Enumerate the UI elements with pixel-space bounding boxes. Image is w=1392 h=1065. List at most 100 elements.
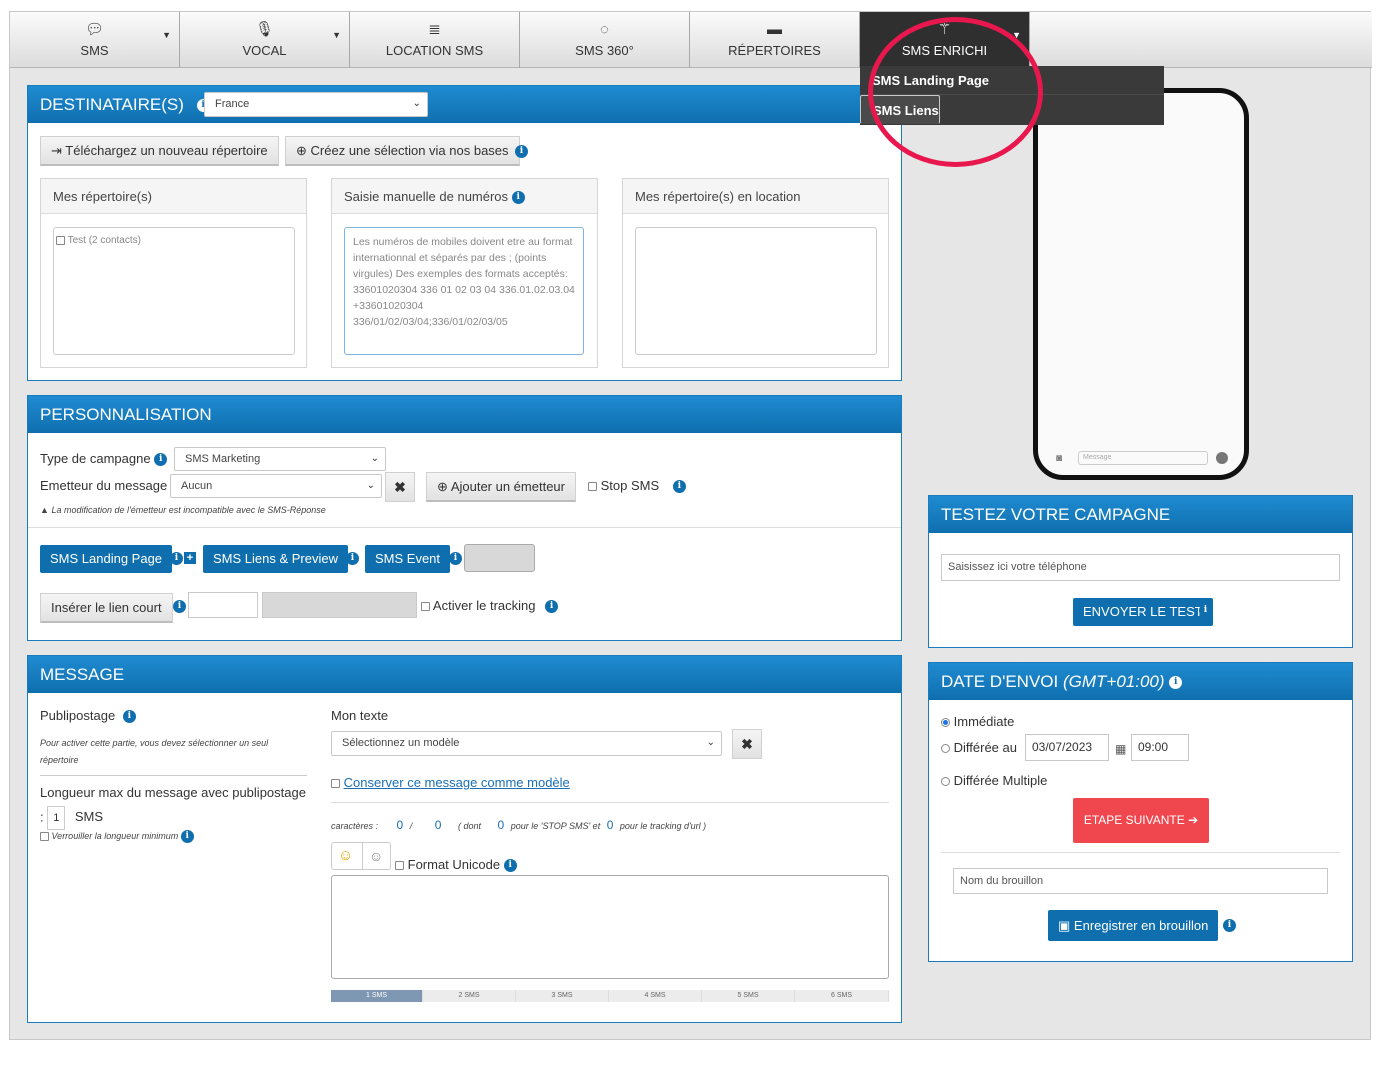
- destinataires-header: DESTINATAIRE(S) i: [28, 86, 901, 123]
- conserver-option[interactable]: Conserver ce message comme modèle: [331, 775, 570, 790]
- differee-multiple-option[interactable]: Différée Multiple: [941, 773, 1047, 788]
- radio[interactable]: [941, 744, 950, 754]
- save-draft-button[interactable]: ▣ Enregistrer en brouillon: [1048, 910, 1219, 941]
- clear-emetteur-button[interactable]: ✖: [385, 472, 415, 502]
- longueur-input[interactable]: 1: [47, 806, 66, 830]
- info-icon[interactable]: i: [515, 145, 528, 158]
- chevron-right-icon: ➔: [1188, 813, 1199, 827]
- sms-segments-bar: 1 SMS 2 SMS 3 SMS 4 SMS 5 SMS 6 SMS: [331, 990, 889, 1002]
- numbers-textarea[interactable]: Les numéros de mobiles doivent etre au f…: [344, 227, 584, 355]
- short-link-output: [262, 592, 417, 618]
- unicode-option[interactable]: Format Unicode i: [395, 857, 517, 873]
- event-field[interactable]: [464, 544, 535, 572]
- clear-modele-button[interactable]: ✖: [732, 729, 762, 759]
- divider: [40, 775, 307, 776]
- button-label: Créez une sélection via nos bases: [310, 143, 509, 158]
- emetteur-label: Emetteur du message: [40, 478, 168, 493]
- info-icon[interactable]: i: [1199, 604, 1212, 617]
- highlight-circle: [868, 17, 1043, 167]
- radio[interactable]: [941, 777, 950, 787]
- info-icon[interactable]: i: [1223, 919, 1236, 932]
- conserver-link[interactable]: Conserver ce message comme modèle: [344, 775, 570, 790]
- date-input[interactable]: 03/07/2023: [1025, 734, 1109, 761]
- calendar-icon[interactable]: ▦: [1115, 742, 1126, 756]
- stop-sms-option[interactable]: Stop SMS i: [588, 478, 686, 494]
- info-icon[interactable]: i: [449, 552, 462, 565]
- nav-label: SMS: [80, 43, 109, 58]
- checkbox[interactable]: [56, 235, 65, 245]
- info-icon[interactable]: i: [545, 600, 559, 614]
- timezone: (GMT+01:00): [1062, 672, 1165, 691]
- differee-option[interactable]: Différée au: [941, 740, 1017, 755]
- phone-input[interactable]: Saisissez ici votre téléphone: [941, 554, 1340, 581]
- sms-event-button[interactable]: SMS Event: [365, 545, 451, 573]
- label-text: Immédiate: [953, 714, 1015, 729]
- nav-sms[interactable]: 💬︎ SMS ▼: [10, 12, 180, 68]
- checkbox[interactable]: [395, 861, 404, 871]
- info-icon[interactable]: i: [346, 552, 359, 565]
- label-text: Verrouiller la longueur minimum: [51, 830, 179, 841]
- radio[interactable]: [941, 718, 950, 728]
- upload-repertoire-button[interactable]: ⇥ Téléchargez un nouveau répertoire: [40, 136, 279, 166]
- destinataires-panel: DESTINATAIRE(S) i France ⌄ ⇥ Téléchargez…: [27, 85, 902, 381]
- create-selection-button[interactable]: ⊕ Créez une sélection via nos bases: [285, 136, 520, 166]
- info-icon[interactable]: i: [180, 830, 194, 843]
- divider: [28, 527, 901, 528]
- smiley-icon[interactable]: ☺: [369, 848, 383, 864]
- info-icon[interactable]: i: [1169, 676, 1183, 690]
- info-icon[interactable]: i: [154, 453, 168, 467]
- nav-repertoires[interactable]: ▬ RÉPERTOIRES: [690, 12, 860, 68]
- tracking-option[interactable]: Activer le tracking i: [421, 598, 559, 614]
- checkbox[interactable]: [421, 602, 430, 612]
- info-icon[interactable]: i: [503, 859, 517, 873]
- draft-name-input[interactable]: Nom du brouillon: [953, 868, 1328, 894]
- country-select[interactable]: France ⌄: [204, 92, 428, 117]
- sign-in-icon: ⇥: [51, 143, 62, 158]
- button-label: Téléchargez un nouveau répertoire: [65, 143, 268, 158]
- time-input[interactable]: 09:00: [1131, 734, 1189, 761]
- info-icon[interactable]: i: [173, 600, 186, 613]
- sms-landing-page-button[interactable]: SMS Landing Page: [40, 545, 173, 573]
- database-icon: ≣: [428, 21, 441, 38]
- nav-sms-360[interactable]: ◌ SMS 360°: [520, 12, 690, 68]
- chevron-down-icon: ⌄: [706, 737, 715, 748]
- location-list[interactable]: [635, 227, 877, 355]
- warning-icon: ▲: [40, 505, 49, 515]
- nav-location-sms[interactable]: ≣ LOCATION SMS: [350, 12, 520, 68]
- next-step-button[interactable]: ETAPE SUIVANTE ➔: [1073, 798, 1209, 843]
- folder-icon: ▬: [767, 21, 782, 38]
- info-icon[interactable]: i: [672, 480, 686, 494]
- campaign-type-select[interactable]: SMS Marketing ⌄: [174, 447, 386, 471]
- chevron-down-icon: ⌄: [366, 480, 375, 491]
- checkbox[interactable]: [588, 482, 597, 492]
- panel-title: PERSONNALISATION: [28, 396, 901, 433]
- modele-select[interactable]: Sélectionnez un modèle ⌄: [331, 731, 722, 756]
- button-label: Enregistrer en brouillon: [1073, 918, 1209, 933]
- sms-liens-preview-button[interactable]: SMS Liens & Preview: [203, 545, 348, 573]
- nav-vocal[interactable]: 🎙︎ VOCAL ▼: [180, 12, 350, 68]
- repertoire-item[interactable]: Test (2 contacts): [56, 235, 294, 246]
- immediate-option[interactable]: Immédiate: [941, 714, 1014, 729]
- warning-text: La modification de l'émetteur est incomp…: [51, 505, 326, 515]
- nav-label: VOCAL: [242, 43, 287, 58]
- message-textarea[interactable]: [331, 875, 889, 979]
- plus-circle-icon: ⊕: [296, 143, 307, 158]
- info-icon[interactable]: i: [170, 552, 183, 565]
- info-icon[interactable]: i: [122, 710, 136, 724]
- add-emetteur-button[interactable]: ⊕ Ajouter un émetteur: [426, 472, 576, 502]
- char-count: 0: [396, 818, 404, 832]
- checkbox[interactable]: [40, 832, 49, 841]
- emoji-add-icon[interactable]: ☺: [338, 847, 353, 864]
- info-icon[interactable]: i: [511, 191, 525, 205]
- box-title: Saisie manuelle de numéros i: [332, 179, 597, 214]
- checkbox[interactable]: [331, 779, 340, 789]
- short-link-input[interactable]: [188, 592, 258, 618]
- insert-short-link-button[interactable]: Insérer le lien court: [40, 593, 173, 623]
- label-text: Format Unicode: [407, 857, 501, 872]
- send-test-button[interactable]: ENVOYER LE TEST: [1073, 598, 1213, 626]
- emetteur-select[interactable]: Aucun ⌄: [170, 474, 382, 498]
- plus-square-icon[interactable]: +: [184, 552, 196, 564]
- microphone-icon: 🎙︎: [254, 21, 275, 38]
- nav-label: RÉPERTOIRES: [728, 43, 821, 58]
- verrouiller-option[interactable]: Verrouiller la longueur minimum i: [40, 830, 194, 843]
